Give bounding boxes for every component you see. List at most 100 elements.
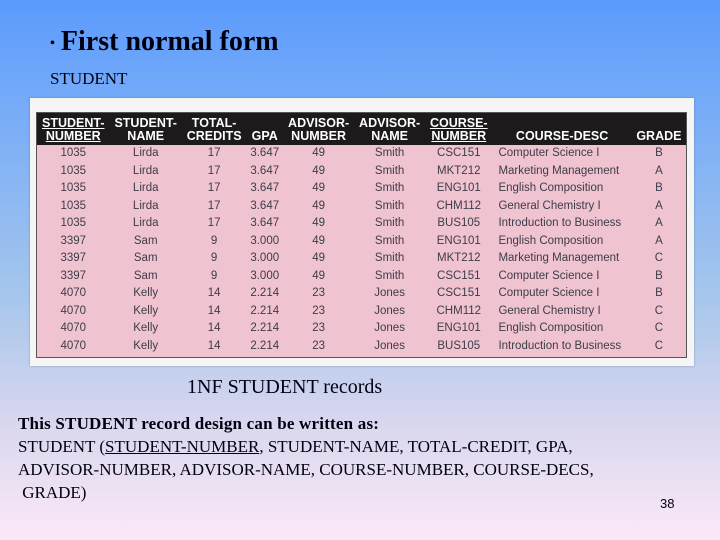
table-cell: 17 [181, 162, 247, 180]
student-records-table: STUDENT- NUMBER STUDENT- NAME TOTAL- CREDITS G… [36, 112, 687, 358]
table-cell: English Composition [492, 232, 632, 250]
table-cell: 9 [181, 232, 247, 250]
table-cell: CSC151 [425, 267, 493, 285]
table-figure: STUDENT- NUMBER STUDENT- NAME TOTAL- CREDITS G… [30, 98, 694, 366]
table-cell: 23 [283, 285, 355, 303]
schema-description: This STUDENT record design can be writte… [18, 412, 594, 504]
table-cell: Introduction to Business [492, 337, 632, 358]
primary-key: STUDENT-NUMBER [105, 437, 260, 456]
table-cell: Lirda [109, 197, 182, 215]
column-header-line2: COURSE-DESC [515, 129, 609, 143]
table-cell: English Composition [492, 320, 632, 338]
table-cell: 17 [181, 197, 247, 215]
table-cell: Kelly [109, 285, 182, 303]
table-cell: B [631, 267, 687, 285]
table-cell: 4070 [36, 320, 110, 338]
table-cell: CSC151 [425, 145, 493, 163]
table-cell: Marketing Management [492, 250, 632, 268]
table-cell: 49 [283, 232, 355, 250]
column-header: ADVISOR- NUMBER [283, 112, 355, 145]
table-row: 1035 Lirda 17 3.647 49 Smith BUS105 Introductio… [36, 215, 687, 233]
table-cell: 14 [181, 285, 247, 303]
table-cell: Jones [354, 337, 426, 358]
table-cell: English Composition [492, 180, 632, 198]
table-cell: CSC151 [425, 285, 493, 303]
table-cell: CHM112 [425, 302, 493, 320]
table-cell: ENG101 [425, 180, 493, 198]
table-row: 1035 Lirda 17 3.647 49 Smith CSC151 Computer Sc… [36, 145, 687, 163]
column-header-line2: GRADE [636, 129, 682, 143]
figure-caption: 1NF STUDENT records [187, 376, 383, 398]
table-cell: 2.214 [246, 320, 284, 338]
table-cell: Computer Science I [492, 285, 632, 303]
column-header: ADVISOR- NAME [354, 112, 426, 145]
table-cell: 14 [181, 320, 247, 338]
table-cell: Kelly [109, 320, 182, 338]
table-cell: BUS105 [425, 337, 493, 358]
table-cell: B [631, 285, 687, 303]
table-row: 3397 Sam 9 3.000 49 Smith MKT212 Marketing Mana… [36, 250, 687, 268]
table-cell: 2.214 [246, 285, 284, 303]
table-cell: A [631, 215, 687, 233]
table-cell: C [631, 320, 687, 338]
table-label: STUDENT [50, 69, 128, 88]
table-cell: B [631, 145, 687, 163]
column-header-line2: GPA [251, 129, 278, 143]
table-cell: 17 [181, 180, 247, 198]
column-header-line2: CREDITS [186, 129, 242, 143]
table-cell: Kelly [109, 337, 182, 358]
table-cell: 3.000 [246, 250, 284, 268]
table-cell: 3.000 [246, 232, 284, 250]
table-cell: Smith [354, 180, 426, 198]
table-cell: 3.647 [246, 215, 284, 233]
table-cell: 4070 [36, 285, 110, 303]
table-cell: A [631, 162, 687, 180]
column-header: COURSE-DESC [492, 112, 632, 145]
table-cell: 49 [283, 197, 355, 215]
table-cell: MKT212 [425, 250, 493, 268]
table-row: 4070 Kelly 14 2.214 23 Jones CHM112 General Che… [36, 302, 687, 320]
table-row: 1035 Lirda 17 3.647 49 Smith MKT212 Marketing M… [36, 162, 687, 180]
table-cell: Lirda [109, 180, 182, 198]
table-cell: Sam [109, 267, 182, 285]
table-row: 1035 Lirda 17 3.647 49 Smith ENG101 English Com… [36, 180, 687, 198]
table-cell: 9 [181, 267, 247, 285]
table-cell: Smith [354, 215, 426, 233]
schema-prefix: STUDENT ( [18, 437, 106, 456]
table-cell: 2.214 [246, 337, 284, 358]
table-cell: Jones [354, 302, 426, 320]
table-cell: 49 [283, 145, 355, 163]
table-cell: Marketing Management [492, 162, 632, 180]
table-cell: 3397 [36, 232, 110, 250]
column-header-line1: ADVISOR- [288, 116, 350, 130]
table-cell: Smith [354, 267, 426, 285]
table-cell: C [631, 250, 687, 268]
table-cell: 1035 [36, 145, 110, 163]
schema-line-1-rest: , STUDENT-NAME, TOTAL-CREDIT, GPA, [259, 437, 573, 456]
table-cell: 49 [283, 267, 355, 285]
table-cell: 3397 [36, 250, 110, 268]
intro-line: This STUDENT record design can be writte… [18, 414, 380, 433]
table-cell: 3.647 [246, 180, 284, 198]
column-header-line1: TOTAL- [191, 116, 237, 130]
table-cell: 4070 [36, 302, 110, 320]
table-cell: 4070 [36, 337, 110, 358]
schema-line-3: GRADE) [18, 483, 87, 502]
schema-line-1: STUDENT (STUDENT-NUMBER, STUDENT-NAME, T… [18, 435, 594, 458]
column-header-line1: ADVISOR- [359, 116, 421, 130]
table-cell: 17 [181, 145, 247, 163]
table-cell: Lirda [109, 162, 182, 180]
page-number: 38 [660, 496, 675, 511]
table-cell: BUS105 [425, 215, 493, 233]
table-cell: C [631, 302, 687, 320]
table-cell: Sam [109, 250, 182, 268]
table-cell: Jones [354, 320, 426, 338]
table-cell: ENG101 [425, 232, 493, 250]
table-cell: Lirda [109, 215, 182, 233]
table-cell: 23 [283, 302, 355, 320]
table-cell: A [631, 232, 687, 250]
column-header: STUDENT- NUMBER [36, 112, 110, 145]
table-header-row: STUDENT- NUMBER STUDENT- NAME TOTAL- CREDITS G… [36, 112, 687, 145]
schema-line-2: ADVISOR-NUMBER, ADVISOR-NAME, COURSE-NUM… [18, 460, 594, 479]
table-cell: CHM112 [425, 197, 493, 215]
